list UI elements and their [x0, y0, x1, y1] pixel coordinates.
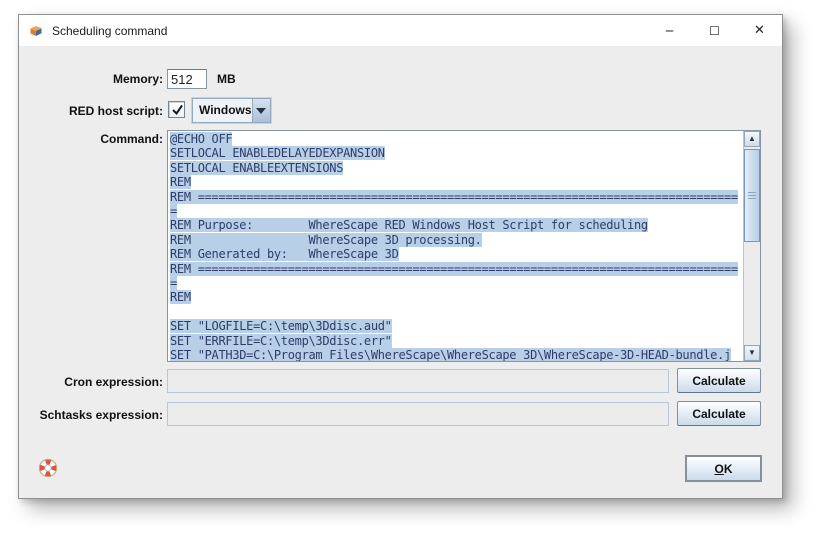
scroll-up-icon[interactable]: ▲ — [744, 131, 760, 147]
schtasks-expression-label: Schtasks expression: — [39, 408, 163, 422]
window-title: Scheduling command — [52, 23, 168, 38]
host-script-type-select[interactable]: Windows — [192, 98, 271, 123]
memory-unit-label: MB — [217, 72, 236, 86]
chevron-down-icon[interactable] — [251, 99, 270, 122]
scrollbar-thumb[interactable] — [744, 149, 760, 242]
minimize-icon[interactable]: ─ — [647, 15, 692, 46]
maximize-icon[interactable]: ☐ — [692, 15, 737, 46]
cron-expression-label: Cron expression: — [64, 375, 163, 389]
schtasks-expression-input[interactable] — [167, 402, 669, 426]
red-host-script-label: RED host script: — [68, 104, 163, 118]
command-label: Command: — [100, 132, 163, 146]
ok-button[interactable]: OK — [685, 455, 762, 482]
titlebar[interactable]: Scheduling command ─ ☐ ✕ — [19, 15, 782, 46]
lifebuoy-icon[interactable] — [38, 458, 58, 478]
cron-calculate-button[interactable]: Calculate — [677, 368, 761, 393]
red-host-script-checkbox[interactable] — [168, 101, 185, 118]
window-controls: ─ ☐ ✕ — [647, 15, 782, 46]
memory-input[interactable] — [167, 69, 207, 89]
wherescape-3d-app-icon — [28, 23, 44, 39]
scheduling-command-dialog: Scheduling command ─ ☐ ✕ Memory: MB RED … — [18, 14, 783, 499]
desktop-background: Scheduling command ─ ☐ ✕ Memory: MB RED … — [0, 0, 831, 548]
vertical-scrollbar[interactable]: ▲ ▼ — [743, 131, 760, 361]
scroll-down-icon[interactable]: ▼ — [744, 345, 760, 361]
schtasks-calculate-button[interactable]: Calculate — [677, 401, 761, 426]
command-textarea: @ECHO OFF SETLOCAL ENABLEDELAYEDEXPANSION… — [167, 130, 761, 362]
close-icon[interactable]: ✕ — [737, 15, 782, 46]
cron-expression-input[interactable] — [167, 369, 669, 393]
host-script-type-value: Windows — [199, 103, 252, 117]
command-textarea-content[interactable]: @ECHO OFF SETLOCAL ENABLEDELAYEDEXPANSION… — [168, 131, 743, 361]
checkmark-icon — [172, 104, 183, 116]
memory-label: Memory: — [112, 72, 163, 86]
